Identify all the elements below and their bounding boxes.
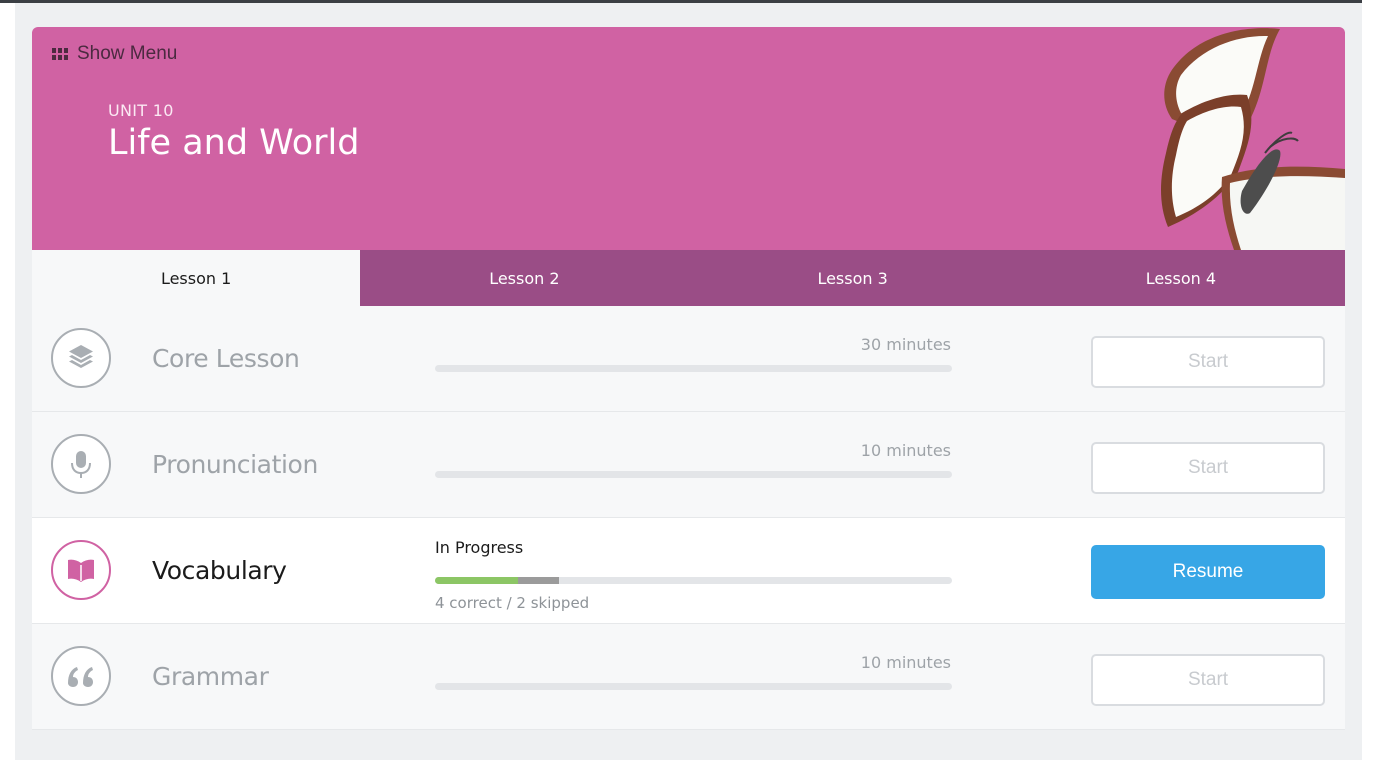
tab-lesson-3[interactable]: Lesson 3 <box>689 250 1017 306</box>
activity-row-grammar: Grammar 10 minutes Start <box>32 624 1345 730</box>
activity-duration: 10 minutes <box>860 653 951 672</box>
progress-correct <box>435 577 518 584</box>
butterfly-image <box>1161 28 1345 250</box>
unit-header: Show Menu UNIT 10 Life and World <box>32 27 1345 250</box>
progress-bar <box>435 683 952 690</box>
layers-icon <box>51 328 111 388</box>
book-icon <box>51 540 111 600</box>
activity-title: Vocabulary <box>152 556 287 585</box>
unit-label: UNIT 10 <box>108 101 174 120</box>
quote-icon <box>51 646 111 706</box>
activity-title: Core Lesson <box>152 344 300 373</box>
progress-summary: 4 correct / 2 skipped <box>435 594 590 612</box>
start-button[interactable]: Start <box>1091 442 1325 494</box>
status-text: In Progress <box>435 538 524 557</box>
tab-lesson-2[interactable]: Lesson 2 <box>360 250 688 306</box>
activity-row-vocabulary: Vocabulary In Progress 4 correct / 2 ski… <box>32 518 1345 624</box>
tab-lesson-1[interactable]: Lesson 1 <box>32 250 361 306</box>
show-menu-label: Show Menu <box>77 43 178 64</box>
activity-duration: 30 minutes <box>860 335 951 354</box>
start-button[interactable]: Start <box>1091 336 1325 388</box>
start-button[interactable]: Start <box>1091 654 1325 706</box>
unit-title: Life and World <box>108 123 360 163</box>
progress-bar <box>435 577 952 584</box>
activity-duration: 10 minutes <box>860 441 951 460</box>
unit-card: Show Menu UNIT 10 Life and World Lesson … <box>32 27 1345 730</box>
activity-title: Pronunciation <box>152 450 318 479</box>
activity-title: Grammar <box>152 662 269 691</box>
activity-row-core-lesson: Core Lesson 30 minutes Start <box>32 306 1345 412</box>
progress-bar <box>435 471 952 478</box>
lesson-tabs: Lesson 1 Lesson 2 Lesson 3 Lesson 4 <box>32 250 1345 306</box>
progress-skipped <box>517 577 560 584</box>
progress-bar <box>435 365 952 372</box>
activity-row-pronunciation: Pronunciation 10 minutes Start <box>32 412 1345 518</box>
activity-list: Core Lesson 30 minutes Start Pronunciati… <box>32 306 1345 730</box>
grid-icon <box>52 48 68 60</box>
show-menu-button[interactable]: Show Menu <box>52 41 177 67</box>
tab-lesson-4[interactable]: Lesson 4 <box>1017 250 1345 306</box>
microphone-icon <box>51 434 111 494</box>
resume-button[interactable]: Resume <box>1091 545 1325 599</box>
